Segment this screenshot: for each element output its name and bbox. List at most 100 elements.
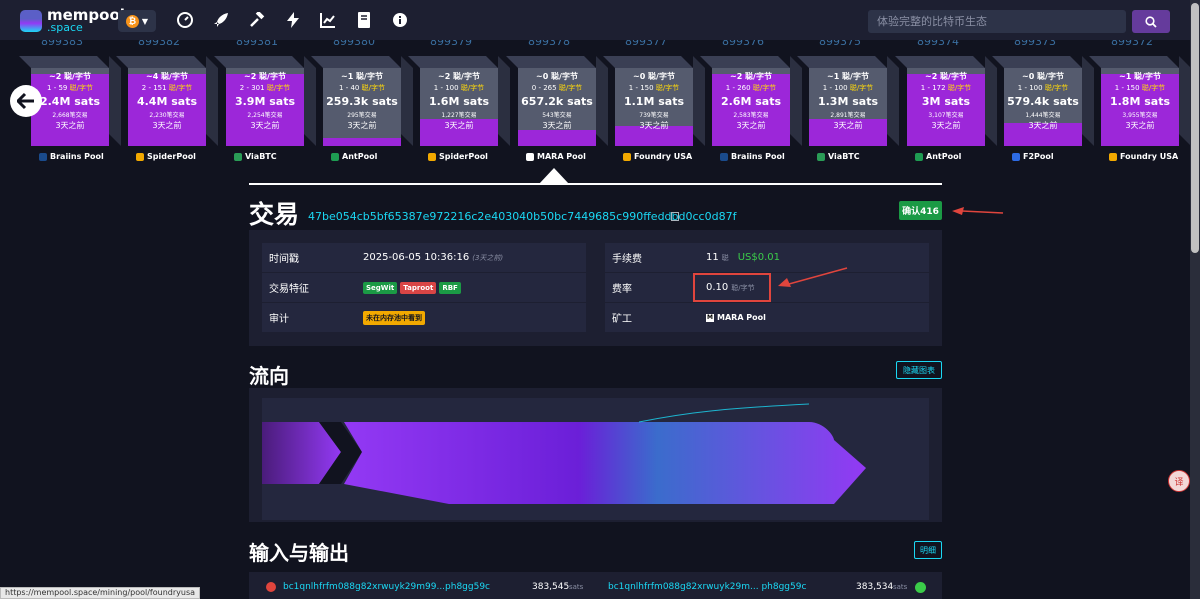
block[interactable]: ~1 聪/字节 1 - 40 聪/字节 259.3k sats 295笔交易 3天之前	[311, 56, 413, 146]
taproot-tag[interactable]: Taproot	[400, 281, 437, 294]
block-fee-unit: 聪/字节	[752, 84, 777, 92]
copy-icon[interactable]	[671, 212, 679, 221]
block[interactable]: ~1 聪/字节 1 - 150 聪/字节 1.8M sats 3,955笔交易 3天之前	[1089, 56, 1190, 146]
block-pool[interactable]: Foundry USA	[1109, 152, 1178, 161]
miner-label: 矿工	[612, 314, 632, 325]
lightning-icon[interactable]	[284, 11, 302, 29]
info-icon[interactable]	[391, 11, 409, 29]
block-pool[interactable]: Foundry USA	[623, 152, 692, 161]
block-time-ago: 3天之前	[542, 121, 572, 130]
block-height[interactable]: 899382	[138, 40, 180, 48]
block-height[interactable]: 899378	[528, 40, 570, 48]
block-tx-count: 2,668笔交易	[52, 112, 88, 119]
block-pool[interactable]: MARA Pool	[526, 152, 586, 161]
output-address[interactable]: bc1qnlhfrfm088g82xrwuyk29m... ph8gg59c	[608, 582, 806, 592]
block-pool[interactable]: Braiins Pool	[39, 152, 104, 161]
block[interactable]: ~2 聪/字节 1 - 260 聪/字节 2.6M sats 2,583笔交易 3天之前	[700, 56, 802, 146]
dashboard-icon[interactable]	[176, 11, 194, 29]
translate-icon[interactable]: 译	[1168, 470, 1190, 492]
block-height[interactable]: 899383	[41, 40, 83, 48]
back-button[interactable]	[10, 85, 42, 117]
logo-icon	[20, 9, 42, 32]
scrollbar-thumb[interactable]	[1191, 3, 1199, 253]
block-pool[interactable]: AntPool	[331, 152, 377, 161]
block-tx-count: 1,227笔交易	[441, 112, 477, 119]
block-fee-range: 1 - 100	[1017, 84, 1043, 92]
timestamp-value: 2025-06-05 10:36:16	[363, 252, 470, 263]
block-pool[interactable]: F2Pool	[1012, 152, 1054, 161]
block-pool[interactable]: ViaBTC	[817, 152, 860, 161]
hammer-icon[interactable]	[248, 11, 266, 29]
hide-chart-button[interactable]: 隐藏图表	[896, 361, 942, 379]
block[interactable]: ~0 聪/字节 0 - 265 聪/字节 657.2k sats 543笔交易 3天之前	[506, 56, 608, 146]
block-height[interactable]: 899377	[625, 40, 667, 48]
blockchain-blocks: 899383 ~2 聪/字节 1 - 59 聪/字节 2.4M sats 2,668笔交…	[0, 40, 1190, 172]
block-median-fee: ~1 聪/字节	[1119, 72, 1161, 81]
block-fee-range: 0 - 265	[531, 84, 557, 92]
fee-unit: 聪	[721, 253, 729, 262]
block-reward: 2.4M sats	[39, 95, 101, 108]
miner-link[interactable]: M MARA Pool	[706, 313, 766, 322]
fee-rate-highlight: 0.10 聪/字节	[693, 273, 771, 302]
chart-icon[interactable]	[319, 11, 337, 29]
pool-name: MARA Pool	[537, 152, 586, 161]
pool-name: F2Pool	[1023, 152, 1054, 161]
chevron-down-icon: ▼	[141, 16, 149, 26]
output-flow[interactable]	[344, 422, 866, 504]
details-button[interactable]: 明细	[914, 541, 942, 559]
block-fee-unit: 聪/字节	[361, 84, 385, 92]
input-unit: sats	[569, 583, 584, 591]
block-tx-count: 3,107笔交易	[928, 112, 964, 119]
block-fee-unit: 聪/字节	[558, 84, 583, 92]
block[interactable]: ~0 聪/字节 1 - 150 聪/字节 1.1M sats 739笔交易 3天之前	[603, 56, 705, 146]
block-pool[interactable]: SpiderPool	[428, 152, 488, 161]
search-input[interactable]	[868, 10, 1126, 33]
block-fee-range: 2 - 301	[239, 84, 265, 92]
block-pool[interactable]: Braiins Pool	[720, 152, 785, 161]
block[interactable]: ~4 聪/字节 2 - 151 聪/字节 4.4M sats 2,230笔交易 3天之前	[116, 56, 218, 146]
logo[interactable]: mempool .space	[20, 8, 125, 33]
block-time-ago: 3天之前	[736, 121, 766, 130]
input-address[interactable]: bc1qnlhfrfm088g82xrwuyk29m99...ph8gg59c	[283, 582, 490, 592]
status-url: https://mempool.space/mining/pool/foundr…	[0, 587, 201, 599]
miner-value: MARA Pool	[717, 313, 766, 322]
block[interactable]: ~0 聪/字节 1 - 100 聪/字节 579.4k sats 1,444笔交易 3天…	[992, 56, 1094, 146]
segwit-tag[interactable]: SegWit	[363, 281, 398, 294]
fee-usd: US$0.01	[737, 252, 781, 263]
block-height[interactable]: 899376	[722, 40, 764, 48]
block[interactable]: ~2 聪/字节 1 - 59 聪/字节 2.4M sats 2,668笔交易 3天之前	[19, 56, 121, 146]
block-fee-range: 1 - 150	[1114, 84, 1140, 92]
block-pool[interactable]: SpiderPool	[136, 152, 196, 161]
network-selector[interactable]: ₿ ▼	[118, 10, 156, 32]
search-button[interactable]	[1132, 10, 1170, 33]
pool-icon	[39, 152, 47, 161]
block-pool[interactable]: AntPool	[915, 152, 961, 161]
pool-icon	[1012, 152, 1020, 161]
block-height[interactable]: 899381	[236, 40, 278, 48]
book-icon[interactable]	[355, 11, 373, 29]
fee-rate-unit: 聪/字节	[731, 283, 755, 292]
rbf-tag[interactable]: RBF	[439, 281, 461, 294]
block-height[interactable]: 899379	[430, 40, 472, 48]
block-reward: 3.9M sats	[234, 95, 296, 108]
block-fee-range: 1 - 40	[339, 84, 360, 92]
block-height[interactable]: 899373	[1014, 40, 1056, 48]
block-height[interactable]: 899375	[819, 40, 861, 48]
block-height[interactable]: 899380	[333, 40, 375, 48]
block-tx-count: 2,583笔交易	[733, 112, 769, 119]
block[interactable]: ~1 聪/字节 1 - 100 聪/字节 1.3M sats 2,891笔交易 3天之前	[797, 56, 899, 146]
miner-row: 矿工 M MARA Pool	[605, 303, 929, 332]
block-reward: 3M sats	[921, 95, 971, 108]
block-height[interactable]: 899374	[917, 40, 959, 48]
block[interactable]: ~2 聪/字节 1 - 100 聪/字节 1.6M sats 1,227笔交易 3天之前	[408, 56, 510, 146]
block[interactable]: ~2 聪/字节 1 - 172 聪/字节 3M sats 3,107笔交易 3天之前	[895, 56, 997, 146]
block-height[interactable]: 899372	[1111, 40, 1153, 48]
input-arrow-icon[interactable]	[266, 582, 276, 592]
block[interactable]: ~2 聪/字节 2 - 301 聪/字节 3.9M sats 2,254笔交易 3天之前	[214, 56, 316, 146]
block-fee-range: 1 - 100	[822, 84, 848, 92]
output-arrow-icon[interactable]	[915, 582, 926, 593]
rocket-icon[interactable]	[212, 11, 230, 29]
output-value: 383,534	[856, 582, 894, 592]
block-pool[interactable]: ViaBTC	[234, 152, 277, 161]
block-median-fee: ~4 聪/字节	[146, 72, 188, 81]
